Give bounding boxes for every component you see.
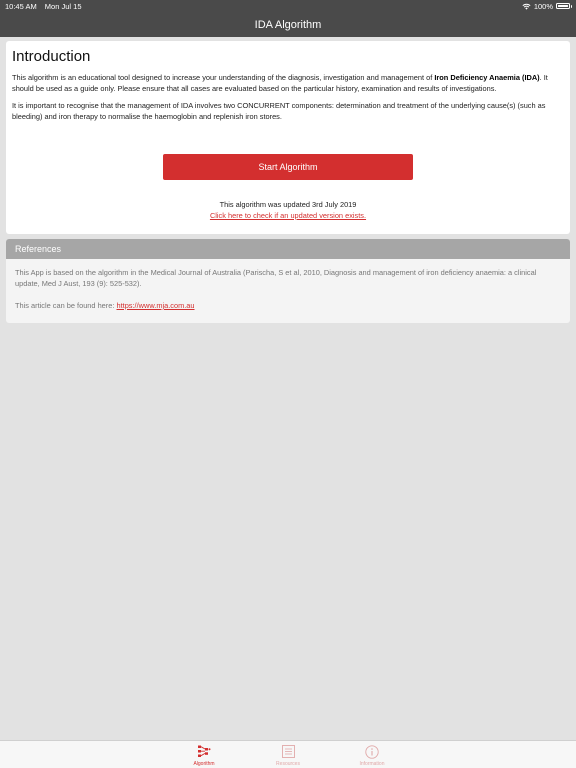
- tab-resources[interactable]: Resources: [268, 741, 308, 768]
- intro-paragraph-2: It is important to recognise that the ma…: [12, 101, 546, 121]
- references-text: This App is based on the algorithm in th…: [15, 268, 537, 288]
- status-bar: 10:45 AM Mon Jul 15 100%: [0, 0, 576, 12]
- references-card: References This App is based on the algo…: [6, 239, 570, 323]
- tab-algorithm-label: Algorithm: [193, 761, 215, 767]
- status-date: Mon Jul 15: [44, 1, 82, 11]
- battery-icon: [556, 3, 572, 9]
- nav-title: IDA Algorithm: [254, 18, 322, 31]
- mja-link[interactable]: https://www.mja.com.au: [116, 301, 194, 310]
- wifi-icon: [522, 3, 531, 10]
- references-header: References: [6, 239, 570, 259]
- intro-paragraph-1: This algorithm is an educational tool de…: [12, 72, 564, 94]
- references-article: This article can be found here: https://…: [15, 300, 561, 311]
- navigation-bar: IDA Algorithm: [0, 12, 576, 37]
- information-icon: [364, 744, 380, 759]
- intro-p1-bold: Iron Deficiency Anaemia (IDA): [434, 73, 540, 82]
- status-left: 10:45 AM Mon Jul 15: [5, 2, 87, 11]
- intro-p1-text: This algorithm is an educational tool de…: [12, 73, 435, 82]
- tab-resources-label: Resources: [276, 761, 300, 767]
- status-time: 10:45 AM: [5, 1, 37, 11]
- introduction-card: Introduction This algorithm is an educat…: [6, 41, 570, 234]
- article-prefix: This article can be found here:: [15, 301, 117, 310]
- references-body: This App is based on the algorithm in th…: [6, 259, 570, 323]
- status-right: 100%: [522, 1, 572, 11]
- tab-information[interactable]: Information: [352, 741, 392, 768]
- battery-fill: [558, 5, 568, 7]
- tab-algorithm[interactable]: Algorithm: [184, 741, 224, 768]
- check-update-link[interactable]: Click here to check if an updated versio…: [6, 211, 570, 220]
- battery-percent: 100%: [533, 1, 553, 11]
- intro-heading: Introduction: [12, 48, 91, 65]
- tab-information-label: Information: [359, 761, 385, 767]
- resources-icon: [280, 744, 296, 759]
- updated-date-text: This algorithm was updated 3rd July 2019: [219, 200, 357, 209]
- algorithm-icon: [196, 744, 212, 759]
- start-algorithm-button[interactable]: Start Algorithm: [163, 154, 413, 180]
- tab-bar: Algorithm Resources Information: [0, 740, 576, 768]
